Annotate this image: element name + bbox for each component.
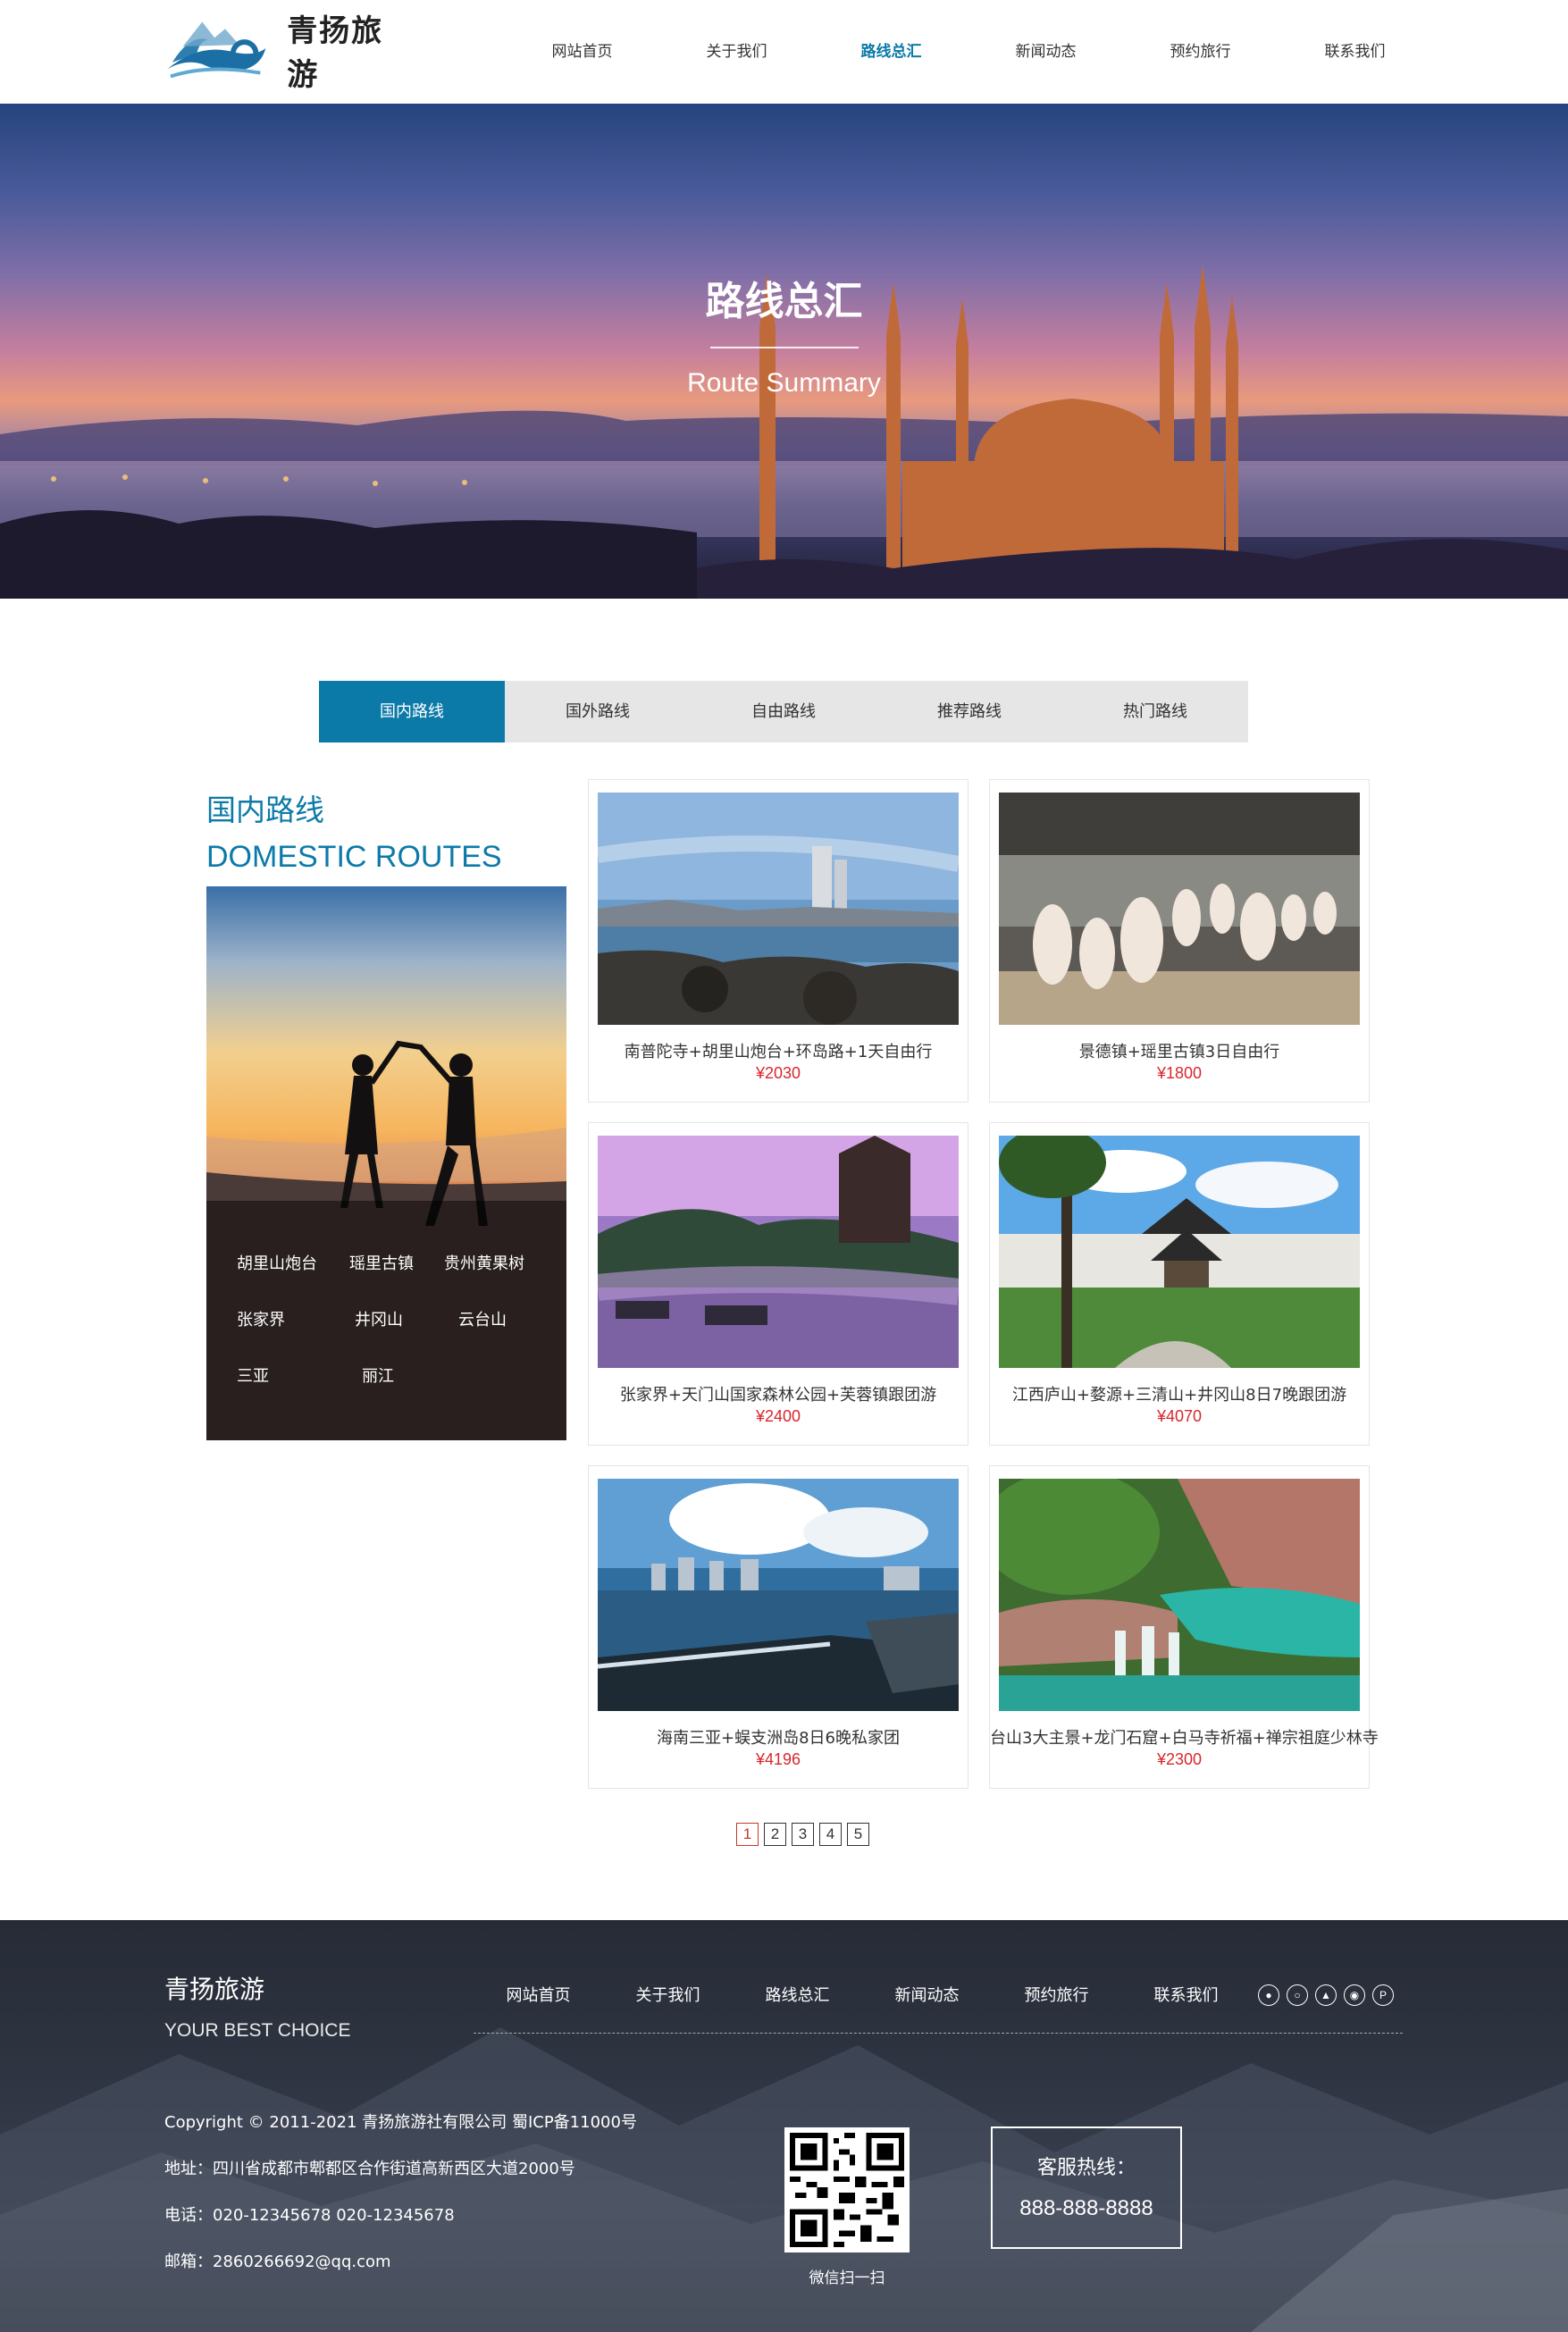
tag-huangguoshu[interactable]: 贵州黄果树 [444, 1251, 524, 1274]
tag-zhangjiajie[interactable]: 张家界 [237, 1307, 285, 1330]
footer-nav-about[interactable]: 关于我们 [603, 1983, 733, 2006]
tag-hulishan[interactable]: 胡里山炮台 [237, 1251, 317, 1274]
footer-nav: 网站首页 关于我们 路线总汇 新闻动态 预约旅行 联系我们 [474, 1983, 1251, 2006]
route-name[interactable]: 南普陀寺+胡里山炮台+环岛路+1天自由行 [589, 1039, 968, 1062]
tab-overseas[interactable]: 国外路线 [505, 681, 691, 742]
route-image[interactable] [598, 1136, 959, 1368]
tab-domestic[interactable]: 国内路线 [319, 681, 505, 742]
porcelain-vases-image [999, 793, 1360, 1025]
route-price: ¥4070 [1156, 1407, 1203, 1425]
page-3-button[interactable]: 3 [792, 1823, 814, 1846]
footer-slogan: YOUR BEST CHOICE [164, 2020, 351, 2041]
route-image[interactable] [999, 1479, 1360, 1711]
hero-banner: 路线总汇 Route Summary [0, 104, 1568, 599]
banner-subtitle: Route Summary [687, 368, 881, 398]
tag-jinggangshan[interactable]: 井冈山 [355, 1307, 403, 1330]
route-card[interactable]: 景德镇+瑶里古镇3日自由行 ¥1800 [989, 779, 1370, 1103]
footer-email: 邮箱：2860266692@qq.com [164, 2252, 391, 2271]
route-image[interactable] [999, 793, 1360, 1025]
route-card[interactable]: 南普陀寺+胡里山炮台+环岛路+1天自由行 ¥2030 [588, 779, 968, 1103]
route-name[interactable]: 海南三亚+蜈支洲岛8日6晚私家团 [589, 1725, 968, 1749]
site-header: 青扬旅游 网站首页 关于我们 路线总汇 新闻动态 预约旅行 联系我们 [0, 0, 1568, 104]
banner-divider [710, 347, 859, 348]
footer-nav-news[interactable]: 新闻动态 [862, 1983, 992, 2006]
coast-rocks-image [598, 793, 959, 1025]
route-tabs: 国内路线 国外路线 自由路线 推荐路线 热门路线 [319, 681, 1248, 742]
main-nav: 网站首页 关于我们 路线总汇 新闻动态 预约旅行 联系我们 [505, 0, 1432, 104]
page-2-button[interactable]: 2 [764, 1823, 786, 1846]
page-1-button[interactable]: 1 [736, 1823, 759, 1846]
nav-routes[interactable]: 路线总汇 [814, 0, 968, 104]
route-price: ¥2400 [755, 1407, 801, 1425]
pinterest-icon[interactable]: P [1372, 1984, 1394, 2006]
route-name[interactable]: 江西庐山+婺源+三清山+井冈山8日7晚跟团游 [990, 1382, 1369, 1405]
nav-home[interactable]: 网站首页 [505, 0, 659, 104]
tab-recommended[interactable]: 推荐路线 [876, 681, 1062, 742]
wechat-icon[interactable]: ○ [1287, 1984, 1308, 2006]
tab-free[interactable]: 自由路线 [691, 681, 876, 742]
hotline-number[interactable]: 888-888-8888 [993, 2196, 1180, 2221]
nav-about[interactable]: 关于我们 [659, 0, 814, 104]
route-card[interactable]: 海南三亚+蜈支洲岛8日6晚私家团 ¥4196 [588, 1465, 968, 1789]
tag-sanya[interactable]: 三亚 [237, 1363, 269, 1387]
route-image[interactable] [598, 1479, 959, 1711]
brand-name: 青扬旅游 [287, 13, 384, 93]
pavilion-village-image [999, 1136, 1360, 1368]
banner-title: 路线总汇 [705, 279, 863, 324]
hotline-label: 客服热线： [1036, 2157, 1136, 2179]
route-price: ¥2030 [755, 1064, 801, 1082]
weibo-icon[interactable]: ◉ [1344, 1984, 1365, 2006]
qr-code-icon [790, 2133, 904, 2247]
nav-booking[interactable]: 预约旅行 [1123, 0, 1278, 104]
nav-contact[interactable]: 联系我们 [1278, 0, 1432, 104]
people-icon[interactable]: ▲ [1315, 1984, 1337, 2006]
pagination: 1 2 3 4 5 [736, 1823, 869, 1846]
footer-brand: 青扬旅游 [164, 1975, 265, 2004]
logo-wave-icon [166, 21, 266, 79]
route-name[interactable]: 景德镇+瑶里古镇3日自由行 [990, 1039, 1369, 1062]
page-4-button[interactable]: 4 [819, 1823, 842, 1846]
qr-caption: 微信扫一扫 [809, 2269, 885, 2287]
route-price: ¥1800 [1156, 1064, 1203, 1082]
route-price: ¥4196 [755, 1750, 801, 1768]
qq-icon[interactable]: ● [1258, 1984, 1279, 2006]
footer-nav-routes[interactable]: 路线总汇 [733, 1983, 862, 2006]
mosque-skyline-image [0, 264, 1568, 599]
footer-address: 地址：四川省成都市郫都区合作街道高新西区大道2000号 [164, 2160, 575, 2178]
route-card[interactable]: 台山3大主景+龙门石窟+白马寺祈福+禅宗祖庭少林寺 ¥2300 [989, 1465, 1379, 1789]
tag-lijiang[interactable]: 丽江 [362, 1363, 394, 1387]
route-image[interactable] [598, 793, 959, 1025]
footer-nav-booking[interactable]: 预约旅行 [992, 1983, 1121, 2006]
page-5-button[interactable]: 5 [847, 1823, 869, 1846]
sidebar-tag-overlay: 胡里山炮台 瑶里古镇 贵州黄果树 张家界 井冈山 云台山 三亚 丽江 [206, 1201, 566, 1440]
route-name[interactable]: 张家界+天门山国家森林公园+芙蓉镇跟团游 [589, 1382, 968, 1405]
sanya-bay-image [598, 1479, 959, 1711]
footer-phone: 电话：020-12345678 020-12345678 [164, 2206, 455, 2225]
nav-news[interactable]: 新闻动态 [968, 0, 1123, 104]
social-icons: ● ○ ▲ ◉ P [1258, 1984, 1394, 2006]
route-card[interactable]: 江西庐山+婺源+三清山+井冈山8日7晚跟团游 ¥4070 [989, 1122, 1370, 1446]
site-logo[interactable]: 青扬旅游 [164, 13, 414, 93]
footer-nav-home[interactable]: 网站首页 [474, 1983, 603, 2006]
footer-nav-contact[interactable]: 联系我们 [1121, 1983, 1251, 2006]
hotline-box: 客服热线： 888-888-8888 [991, 2126, 1182, 2249]
footer-divider [474, 2033, 1403, 2034]
tag-yaoli[interactable]: 瑶里古镇 [349, 1251, 414, 1274]
route-card[interactable]: 张家界+天门山国家森林公园+芙蓉镇跟团游 ¥2400 [588, 1122, 968, 1446]
sidebar-image: 胡里山炮台 瑶里古镇 贵州黄果树 张家界 井冈山 云台山 三亚 丽江 [206, 886, 566, 1440]
route-image[interactable] [999, 1136, 1360, 1368]
tag-yuntaishan[interactable]: 云台山 [458, 1307, 507, 1330]
section-title-cn: 国内路线 [206, 793, 324, 827]
footer-copyright: Copyright © 2011-2021 青扬旅游社有限公司 蜀ICP备110… [164, 2113, 637, 2132]
tab-popular[interactable]: 热门路线 [1062, 681, 1248, 742]
route-price: ¥2300 [1156, 1750, 1203, 1768]
route-name[interactable]: 台山3大主景+龙门石窟+白马寺祈福+禅宗祖庭少林寺 [990, 1725, 1379, 1749]
section-title-en: DOMESTIC ROUTES [206, 840, 502, 874]
wechat-qr-code [784, 2127, 910, 2252]
site-footer: 青扬旅游 YOUR BEST CHOICE 网站首页 关于我们 路线总汇 新闻动… [0, 1920, 1568, 2332]
waterfall-pool-image [999, 1479, 1360, 1711]
misty-river-image [598, 1136, 959, 1368]
